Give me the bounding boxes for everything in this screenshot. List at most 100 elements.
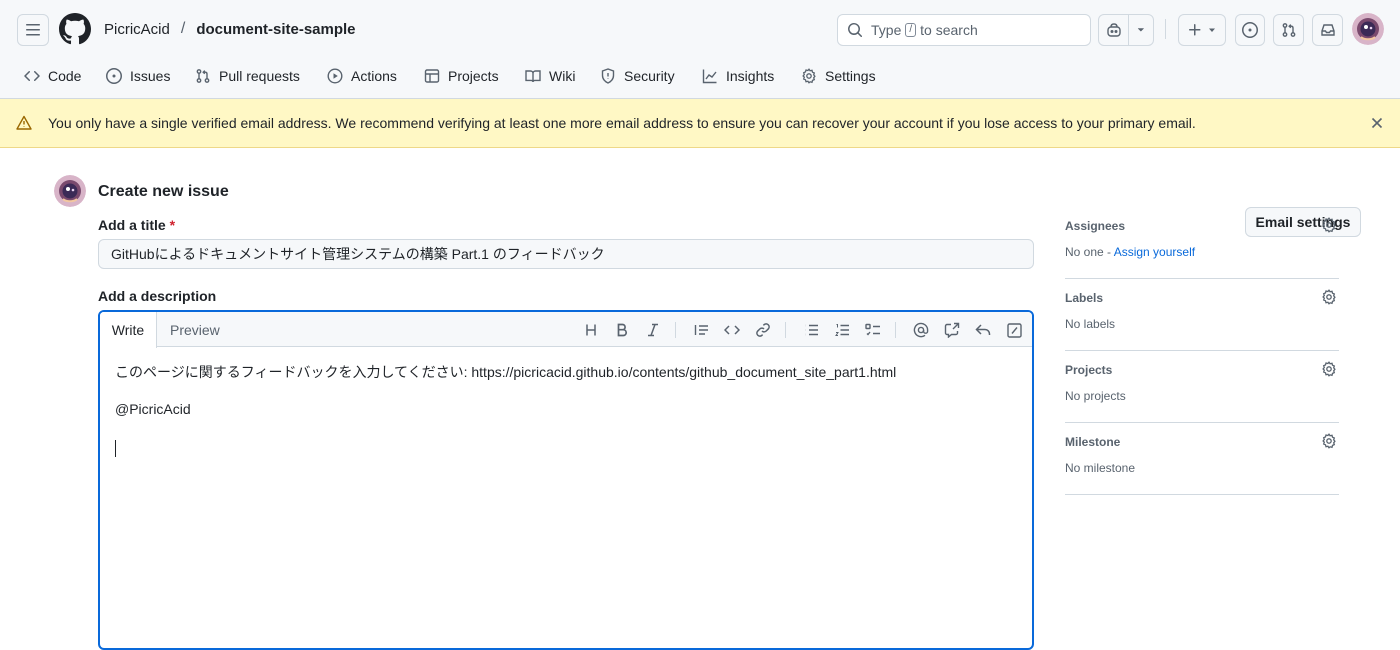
labels-title: Labels xyxy=(1065,291,1104,305)
gear-icon[interactable] xyxy=(1321,289,1337,305)
search-suffix: to search xyxy=(920,22,978,38)
your-pull-requests-button[interactable] xyxy=(1273,14,1304,46)
nav-settings[interactable]: Settings xyxy=(801,66,876,86)
nav-code[interactable]: Code xyxy=(24,66,81,86)
title-label-text: Add a title xyxy=(98,217,166,233)
ordered-list-button[interactable] xyxy=(833,321,851,339)
copilot-button-group xyxy=(1098,14,1154,46)
sidebar-assignees: Assignees No one - Assign yourself xyxy=(1065,207,1339,279)
mention-icon xyxy=(913,322,929,338)
description-label: Add a description xyxy=(98,288,217,304)
bold-button[interactable] xyxy=(613,321,631,339)
slash-commands-button[interactable] xyxy=(1005,321,1023,339)
github-logo-icon[interactable] xyxy=(59,13,91,45)
search-input[interactable]: Type / to search xyxy=(837,14,1091,46)
cross-reference-icon xyxy=(944,322,960,338)
description-textarea[interactable]: このページに関するフィードバックを入力してください: https://picri… xyxy=(115,362,896,479)
search-prefix: Type xyxy=(871,22,902,38)
nav-security-label: Security xyxy=(624,68,675,84)
avatar-image-icon xyxy=(54,175,86,207)
reference-button[interactable] xyxy=(943,321,961,339)
your-issues-button[interactable] xyxy=(1235,14,1265,46)
task-list-button[interactable] xyxy=(864,321,882,339)
nav-security[interactable]: Security xyxy=(600,66,675,86)
text-caret xyxy=(115,440,116,457)
unordered-list-button[interactable] xyxy=(802,321,820,339)
user-avatar[interactable] xyxy=(1352,13,1384,45)
milestone-title: Milestone xyxy=(1065,435,1121,449)
close-icon[interactable] xyxy=(1369,115,1385,131)
nav-settings-label: Settings xyxy=(825,68,876,84)
tasklist-icon xyxy=(865,323,880,336)
header-divider xyxy=(1165,19,1166,39)
description-line: @PicricAcid xyxy=(115,401,191,417)
breadcrumb-owner[interactable]: PicricAcid xyxy=(104,21,170,38)
projects-value: No projects xyxy=(1065,389,1126,403)
inbox-icon xyxy=(1320,24,1335,36)
nav-insights-label: Insights xyxy=(726,68,775,84)
book-icon xyxy=(525,70,541,83)
breadcrumb-repo[interactable]: document-site-sample xyxy=(196,21,355,38)
tab-write[interactable]: Write xyxy=(100,312,157,348)
sidebar-milestone: Milestone No milestone xyxy=(1065,423,1339,495)
link-icon xyxy=(756,323,770,337)
description-editor: Write Preview このページに関するフィードバックを入力してください:… xyxy=(98,310,1034,650)
nav-code-label: Code xyxy=(48,68,82,84)
nav-wiki[interactable]: Wiki xyxy=(525,66,575,86)
projects-title: Projects xyxy=(1065,363,1113,377)
assignees-value: No one - Assign yourself xyxy=(1065,245,1195,259)
heading-icon xyxy=(586,324,596,336)
quote-icon xyxy=(694,325,708,335)
copilot-dropdown[interactable] xyxy=(1129,15,1153,45)
avatar-image-icon xyxy=(1352,13,1384,45)
menu-button[interactable] xyxy=(17,14,49,46)
table-icon xyxy=(424,69,440,83)
alert-icon xyxy=(16,115,32,130)
copilot-button[interactable] xyxy=(1099,15,1129,45)
page-title: Create new issue xyxy=(98,183,229,200)
gear-icon[interactable] xyxy=(1321,361,1337,377)
saved-replies-button[interactable] xyxy=(974,321,992,339)
nav-pull-requests-label: Pull requests xyxy=(219,68,300,84)
toolbar-divider xyxy=(785,322,786,338)
code-button[interactable] xyxy=(723,321,741,339)
triangle-down-icon xyxy=(1209,28,1215,32)
reply-icon xyxy=(975,324,991,335)
gear-icon[interactable] xyxy=(1321,217,1337,233)
required-mark: * xyxy=(169,217,176,233)
search-shortcut-key: / xyxy=(905,23,917,37)
tab-preview[interactable]: Preview xyxy=(170,312,220,347)
create-new-button[interactable] xyxy=(1178,14,1226,46)
search-icon xyxy=(848,23,863,38)
issue-title-input[interactable] xyxy=(98,239,1034,269)
link-button[interactable] xyxy=(754,321,772,339)
hamburger-icon xyxy=(26,24,40,36)
nav-projects[interactable]: Projects xyxy=(424,66,499,86)
breadcrumb-separator: / xyxy=(180,20,186,37)
app-header: PicricAcid / document-site-sample Type /… xyxy=(0,0,1400,99)
sidebar-projects: Projects No projects xyxy=(1065,351,1339,423)
nav-insights[interactable]: Insights xyxy=(702,66,774,86)
nav-actions-label: Actions xyxy=(351,68,397,84)
repo-nav: Code Issues Pull requests Actions Projec… xyxy=(0,60,1400,98)
copilot-icon xyxy=(1106,23,1121,37)
nav-pull-requests[interactable]: Pull requests xyxy=(195,66,300,86)
italic-button[interactable] xyxy=(644,321,662,339)
quote-button[interactable] xyxy=(692,321,710,339)
heading-button[interactable] xyxy=(582,321,600,339)
notifications-button[interactable] xyxy=(1312,14,1343,46)
sidebar-labels: Labels No labels xyxy=(1065,279,1339,351)
text-caret-line xyxy=(115,440,896,479)
description-line: このページに関するフィードバックを入力してください: https://picri… xyxy=(115,364,897,380)
assign-yourself-link[interactable]: Assign yourself xyxy=(1114,245,1195,259)
italic-icon xyxy=(648,323,658,337)
nav-actions[interactable]: Actions xyxy=(327,66,397,86)
triangle-down-icon xyxy=(1137,28,1144,32)
gear-icon[interactable] xyxy=(1321,433,1337,449)
gear-icon xyxy=(802,68,816,84)
nav-issues[interactable]: Issues xyxy=(106,66,170,86)
list-unordered-icon xyxy=(805,324,818,336)
git-pull-request-icon xyxy=(1282,23,1295,37)
mention-button[interactable] xyxy=(912,321,930,339)
code-icon xyxy=(724,325,740,335)
